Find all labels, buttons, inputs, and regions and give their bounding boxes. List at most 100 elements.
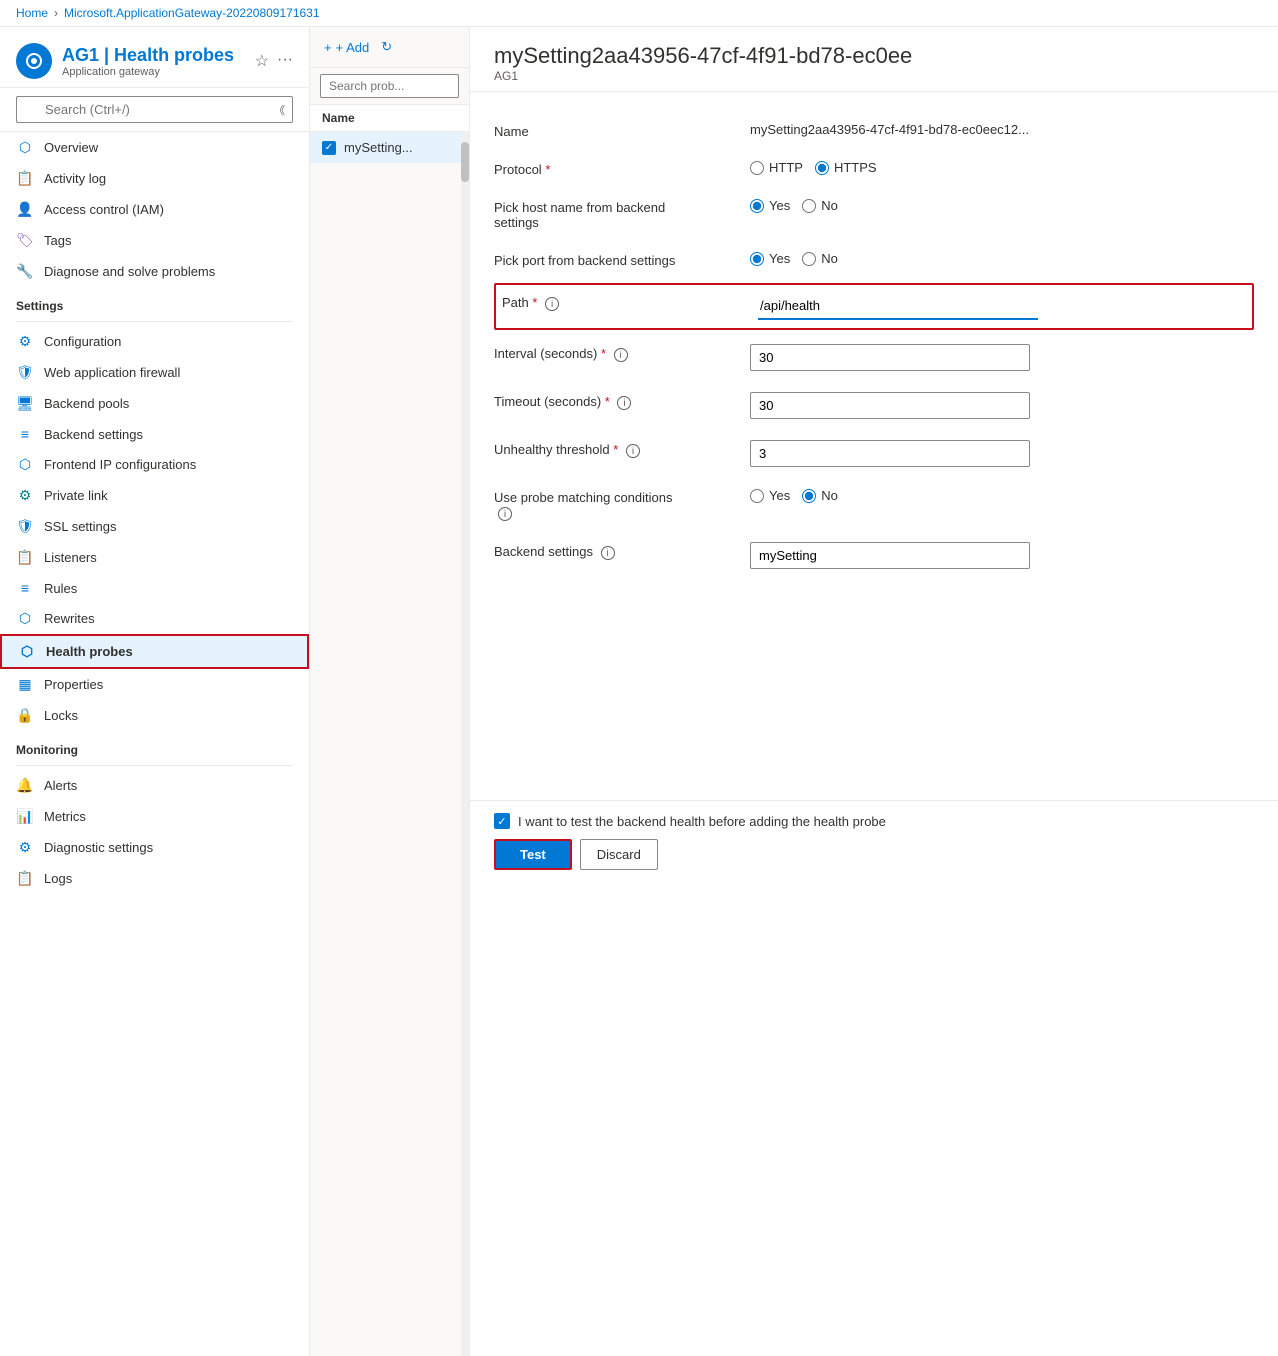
field-probe-matching-label: Use probe matching conditions i [494, 488, 734, 521]
probe-matching-no-radio[interactable] [802, 489, 816, 503]
timeout-input[interactable] [750, 392, 1030, 419]
sidebar-label-activity-log: Activity log [44, 171, 106, 186]
sidebar-label-properties: Properties [44, 677, 103, 692]
sidebar-label-rules: Rules [44, 581, 77, 596]
field-timeout-value [750, 392, 1254, 419]
locks-icon: 🔒 [16, 707, 34, 724]
pick-host-yes-option[interactable]: Yes [750, 198, 790, 213]
configuration-icon: ⚙ [16, 333, 34, 350]
pick-host-radio-group: Yes No [750, 198, 838, 213]
protocol-https-option[interactable]: HTTPS [815, 160, 877, 175]
test-checkbox[interactable]: ✓ [494, 813, 510, 829]
breadcrumb-resource[interactable]: Microsoft.ApplicationGateway-20220809171… [64, 6, 320, 20]
pick-host-no-option[interactable]: No [802, 198, 838, 213]
sidebar-item-tags[interactable]: 🏷 Tags [0, 225, 309, 256]
sidebar-item-diagnose[interactable]: 🔧 Diagnose and solve problems [0, 256, 309, 287]
probe-matching-yes-option[interactable]: Yes [750, 488, 790, 503]
sidebar-label-private-link: Private link [44, 488, 108, 503]
more-icon[interactable]: ··· [277, 51, 293, 71]
probe-list-item[interactable]: ✓ mySetting... [310, 132, 469, 163]
pick-host-no-radio[interactable] [802, 199, 816, 213]
probe-name: mySetting... [344, 140, 413, 155]
protocol-http-option[interactable]: HTTP [750, 160, 803, 175]
sidebar-item-properties[interactable]: ▦ Properties [0, 669, 309, 700]
probe-matching-no-option[interactable]: No [802, 488, 838, 503]
sidebar-item-activity-log[interactable]: 📋 Activity log [0, 163, 309, 194]
pick-port-no-label: No [821, 251, 838, 266]
breadcrumb-home[interactable]: Home [16, 6, 48, 20]
tags-icon: 🏷 [16, 232, 34, 249]
probe-matching-info-icon[interactable]: i [498, 507, 512, 521]
sidebar-item-access-control[interactable]: 👤 Access control (IAM) [0, 194, 309, 225]
sidebar-title-block: AG1 | Health probes Application gateway [62, 45, 245, 78]
search-input[interactable] [16, 96, 293, 123]
path-input[interactable] [758, 293, 1038, 320]
field-backend-settings-label: Backend settings i [494, 542, 734, 560]
sidebar-label-rewrites: Rewrites [44, 611, 95, 626]
sidebar-label-tags: Tags [44, 233, 71, 248]
field-unhealthy-row: Unhealthy threshold * i [494, 430, 1254, 478]
sidebar-item-overview[interactable]: ⬡ Overview [0, 132, 309, 163]
overview-icon: ⬡ [16, 139, 34, 156]
favorite-icon[interactable]: ☆ [255, 51, 269, 71]
unhealthy-input[interactable] [750, 440, 1030, 467]
sidebar-item-metrics[interactable]: 📊 Metrics [0, 801, 309, 832]
protocol-http-label: HTTP [769, 160, 803, 175]
protocol-http-radio[interactable] [750, 161, 764, 175]
sidebar-item-diagnostic-settings[interactable]: ⚙ Diagnostic settings [0, 832, 309, 863]
add-probe-button[interactable]: + + Add [322, 36, 371, 59]
diagnose-icon: 🔧 [16, 263, 34, 280]
detail-panel: mySetting2aa43956-47cf-4f91-bd78-ec0ee A… [470, 27, 1278, 1356]
resource-icon [16, 43, 52, 79]
interval-info-icon[interactable]: i [614, 348, 628, 362]
field-protocol-value: HTTP HTTPS [750, 160, 1254, 175]
sidebar-label-alerts: Alerts [44, 778, 77, 793]
interval-input[interactable] [750, 344, 1030, 371]
sidebar-item-ssl-settings[interactable]: 🛡 SSL settings [0, 511, 309, 542]
pick-port-yes-option[interactable]: Yes [750, 251, 790, 266]
sidebar-item-health-probes[interactable]: ⬡ Health probes [0, 634, 309, 669]
pick-port-no-radio[interactable] [802, 252, 816, 266]
field-pick-host-label: Pick host name from backend settings [494, 198, 734, 230]
field-pick-host-value: Yes No [750, 198, 1254, 213]
sidebar-item-backend-settings[interactable]: ≡ Backend settings [0, 419, 309, 449]
backend-settings-info-icon[interactable]: i [601, 546, 615, 560]
probe-search-input[interactable] [320, 74, 459, 98]
sidebar-label-backend-settings: Backend settings [44, 427, 143, 442]
metrics-icon: 📊 [16, 808, 34, 825]
sidebar-item-logs[interactable]: 📋 Logs [0, 863, 309, 894]
field-timeout-label: Timeout (seconds) * i [494, 392, 734, 410]
probe-matching-yes-radio[interactable] [750, 489, 764, 503]
sidebar-item-frontend-ip[interactable]: ⬡ Frontend IP configurations [0, 449, 309, 480]
sidebar-item-locks[interactable]: 🔒 Locks [0, 700, 309, 731]
sidebar-subtitle: Application gateway [62, 66, 245, 78]
sidebar-item-rewrites[interactable]: ⬡ Rewrites [0, 603, 309, 634]
test-checkbox-label: I want to test the backend health before… [518, 814, 886, 829]
pick-port-no-option[interactable]: No [802, 251, 838, 266]
pick-port-radio-group: Yes No [750, 251, 838, 266]
unhealthy-info-icon[interactable]: i [626, 444, 640, 458]
sidebar-item-private-link[interactable]: ⚙ Private link [0, 480, 309, 511]
detail-header: mySetting2aa43956-47cf-4f91-bd78-ec0ee A… [470, 27, 1278, 92]
bottom-bar: ✓ I want to test the backend health befo… [470, 800, 1278, 882]
probe-checkbox[interactable]: ✓ [322, 141, 336, 155]
discard-button[interactable]: Discard [580, 839, 658, 870]
protocol-https-radio[interactable] [815, 161, 829, 175]
sidebar-item-rules[interactable]: ≡ Rules [0, 573, 309, 603]
timeout-info-icon[interactable]: i [617, 396, 631, 410]
backend-settings-input[interactable] [750, 542, 1030, 569]
refresh-button[interactable]: ↻ [379, 35, 394, 59]
sidebar-item-waf[interactable]: 🛡 Web application firewall [0, 357, 309, 388]
path-info-icon[interactable]: i [545, 297, 559, 311]
sidebar-item-listeners[interactable]: 📋 Listeners [0, 542, 309, 573]
pick-port-yes-radio[interactable] [750, 252, 764, 266]
settings-section-label: Settings [0, 287, 309, 317]
field-name-label: Name [494, 122, 734, 139]
sidebar-item-backend-pools[interactable]: 🖥 Backend pools [0, 388, 309, 419]
test-button[interactable]: Test [494, 839, 572, 870]
collapse-icon[interactable]: 《 [274, 102, 285, 118]
scroll-thumb [461, 142, 469, 182]
sidebar-item-configuration[interactable]: ⚙ Configuration [0, 326, 309, 357]
pick-host-yes-radio[interactable] [750, 199, 764, 213]
sidebar-item-alerts[interactable]: 🔔 Alerts [0, 770, 309, 801]
